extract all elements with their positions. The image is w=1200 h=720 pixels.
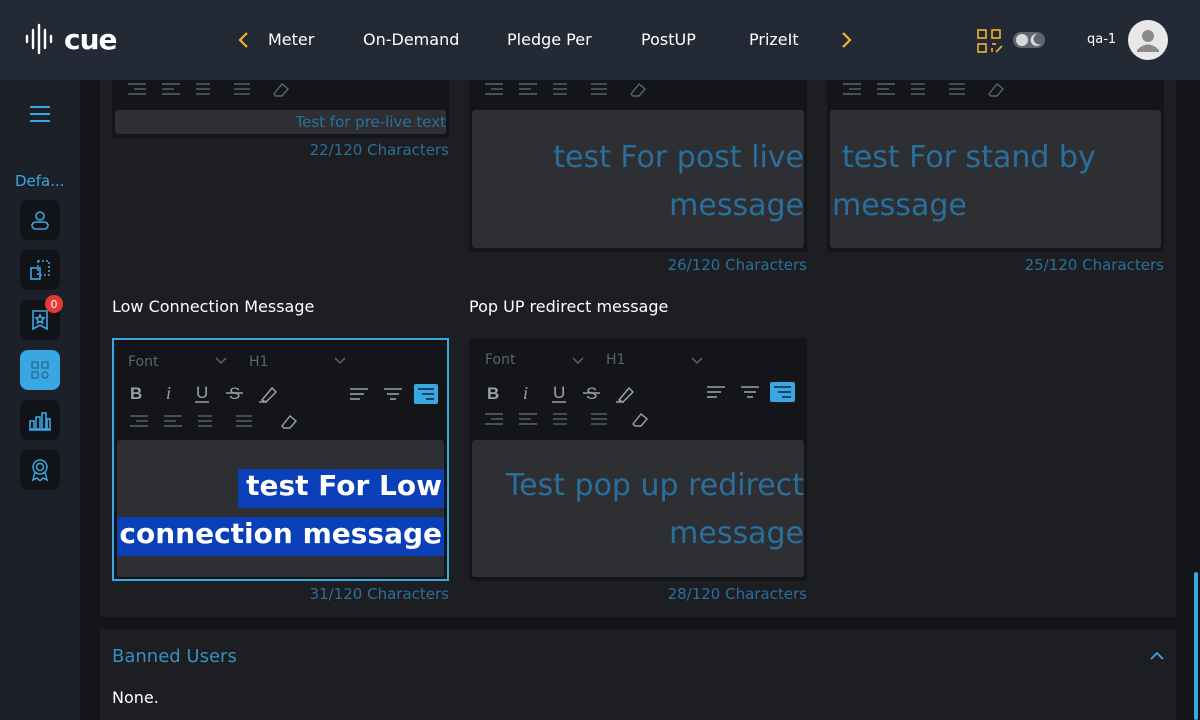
text-style-toolbar-icon[interactable]: B i U S [483, 382, 653, 404]
popup-text[interactable]: Test pop up redirect message [506, 462, 804, 558]
text-style-toolbar-icon[interactable]: B i U S [126, 382, 296, 404]
sidebar-item-analytics[interactable] [20, 400, 60, 440]
svg-text:i: i [166, 383, 171, 403]
logo-text: cue [64, 22, 118, 56]
user-avatar-icon [1137, 30, 1159, 52]
sidebar-item-settings[interactable] [20, 350, 60, 390]
lowconn-text-line2: connection message [117, 517, 444, 556]
postlive-text[interactable]: test For post live message [553, 134, 804, 230]
list-format-toolbar-icon[interactable] [128, 412, 308, 432]
svg-text:U: U [553, 383, 565, 402]
list-format-toolbar-icon [485, 83, 646, 97]
heading-select[interactable]: H1 [606, 352, 625, 368]
user-icon [31, 211, 49, 230]
postlive-char-count: 26/120 Characters [667, 256, 807, 274]
cue-logo[interactable]: cue [24, 22, 118, 56]
standby-text-line1: test For stand by [842, 140, 1096, 175]
chevron-down-icon[interactable] [214, 354, 228, 368]
grid-settings-icon [31, 361, 49, 379]
top-navbar: cue Meter On-Demand Pledge Per PostUP Pr… [0, 0, 1200, 80]
popup-label: Pop UP redirect message [469, 297, 669, 316]
nav-item-postup[interactable]: PostUP [641, 30, 696, 49]
lowconn-editor: Font H1 B i U S test For Low connection … [112, 338, 449, 581]
popup-char-count: 28/120 Characters [667, 585, 807, 603]
bar-chart-icon [29, 412, 51, 431]
lowconn-text[interactable]: test For Low connection message [117, 462, 444, 558]
notification-badge: 0 [45, 295, 63, 313]
avatar[interactable] [1128, 20, 1168, 60]
font-select[interactable]: Font [485, 352, 515, 368]
svg-text:i: i [523, 383, 528, 403]
banned-users-section: Banned Users None. [100, 629, 1176, 720]
banned-users-empty: None. [112, 688, 159, 707]
popup-text-line2: message [669, 516, 804, 551]
popup-editor: Font H1 B i U S Test pop up redirect mes… [469, 338, 807, 581]
banned-users-title[interactable]: Banned Users [112, 646, 237, 667]
sidebar-item-awards[interactable] [20, 450, 60, 490]
alignment-toolbar-icon[interactable] [705, 382, 797, 404]
username-label: qa-1 [1087, 32, 1117, 47]
nav-item-prizeit[interactable]: PrizeIt [749, 30, 799, 49]
award-badge-icon [31, 459, 49, 482]
nav-item-on-demand[interactable]: On-Demand [363, 30, 459, 49]
nav-item-pledge-per[interactable]: Pledge Per [507, 30, 592, 49]
postlive-editor: test For post live message [469, 80, 807, 252]
svg-text:B: B [130, 384, 142, 403]
waveform-icon [25, 23, 53, 55]
postlive-text-line2: message [669, 188, 804, 223]
nav-next-icon[interactable] [836, 28, 856, 52]
chevron-up-icon[interactable] [1148, 647, 1166, 665]
nav-prev-icon[interactable] [234, 28, 254, 52]
svg-text:B: B [487, 384, 499, 403]
heading-select[interactable]: H1 [249, 354, 268, 370]
prelive-text[interactable]: Test for pre-live text [295, 113, 446, 131]
menu-icon[interactable] [29, 104, 51, 124]
chevron-down-icon[interactable] [571, 354, 585, 368]
standby-editor: test For stand by message [827, 80, 1164, 252]
scrollbar[interactable] [1194, 572, 1198, 720]
chevron-down-icon[interactable] [333, 354, 347, 368]
font-select[interactable]: Font [128, 354, 158, 370]
svg-text:U: U [196, 383, 208, 402]
alignment-toolbar-icon[interactable] [348, 384, 440, 406]
list-format-toolbar-icon [128, 83, 289, 97]
bookmark-star-icon [32, 310, 48, 331]
sidebar-item-profile[interactable] [20, 200, 60, 240]
sidebar-item-rewards[interactable]: 0 [20, 295, 63, 340]
lowconn-text-line1: test For Low [238, 469, 444, 508]
layout-icon [30, 260, 50, 280]
postlive-text-line1: test For post live [553, 140, 804, 175]
popup-text-line1: Test pop up redirect [505, 468, 804, 503]
lowconn-label: Low Connection Message [112, 297, 315, 316]
sidebar-section-label[interactable]: Defa... [15, 172, 65, 190]
standby-char-count: 25/120 Characters [1024, 256, 1164, 274]
prelive-char-count: 22/120 Characters [309, 141, 449, 159]
nav-item-meter[interactable]: Meter [268, 30, 314, 49]
qr-code-icon[interactable] [976, 28, 1004, 56]
list-format-toolbar-icon[interactable] [483, 410, 663, 430]
standby-text[interactable]: test For stand by message [832, 134, 1096, 230]
lowconn-char-count: 31/120 Characters [309, 585, 449, 603]
chevron-down-icon[interactable] [690, 354, 704, 368]
standby-text-line2: message [832, 188, 967, 223]
list-format-toolbar-icon [843, 83, 1004, 97]
sidebar-item-layout[interactable] [20, 250, 60, 290]
theme-toggle-icon[interactable] [1013, 30, 1045, 50]
prelive-editor: Test for pre-live text [112, 80, 449, 138]
